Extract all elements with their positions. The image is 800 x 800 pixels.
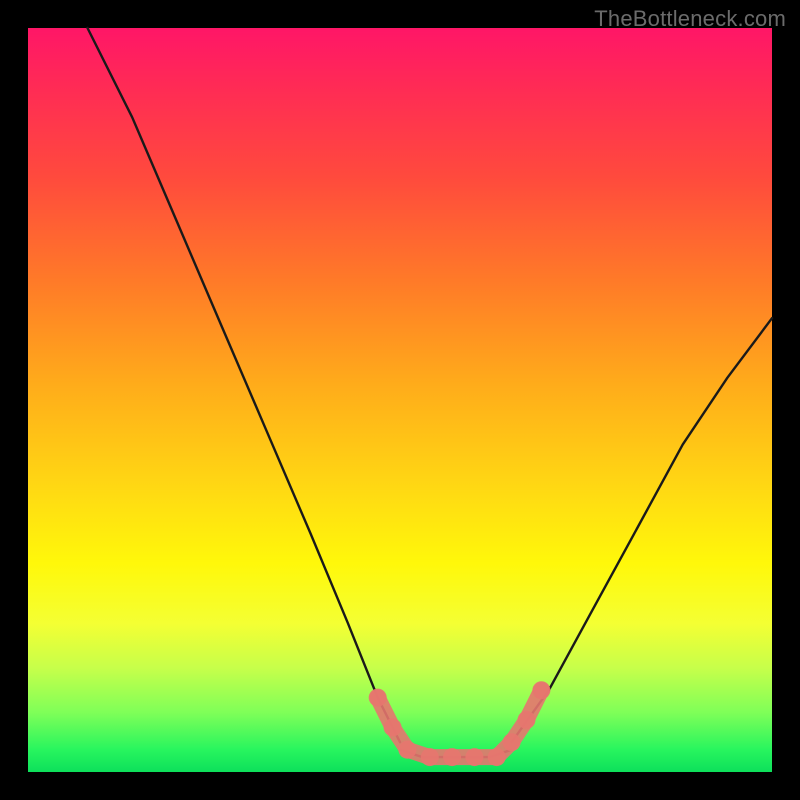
highlighted-range-markers: [369, 681, 551, 766]
chart-frame: TheBottleneck.com: [0, 0, 800, 800]
bottleneck-curve: [88, 28, 773, 757]
marker-dot: [532, 681, 550, 699]
marker-dot: [488, 748, 506, 766]
plot-area: [28, 28, 772, 772]
series-right-arm: [512, 318, 772, 742]
marker-dot: [421, 748, 439, 766]
marker-dot: [398, 741, 416, 759]
marker-dot: [384, 718, 402, 736]
curve-layer: [28, 28, 772, 772]
marker-dot: [465, 748, 483, 766]
marker-dot: [443, 748, 461, 766]
watermark-text: TheBottleneck.com: [594, 6, 786, 32]
series-left-arm: [88, 28, 401, 742]
marker-dot: [503, 733, 521, 751]
marker-dot: [369, 689, 387, 707]
marker-dot: [518, 711, 536, 729]
